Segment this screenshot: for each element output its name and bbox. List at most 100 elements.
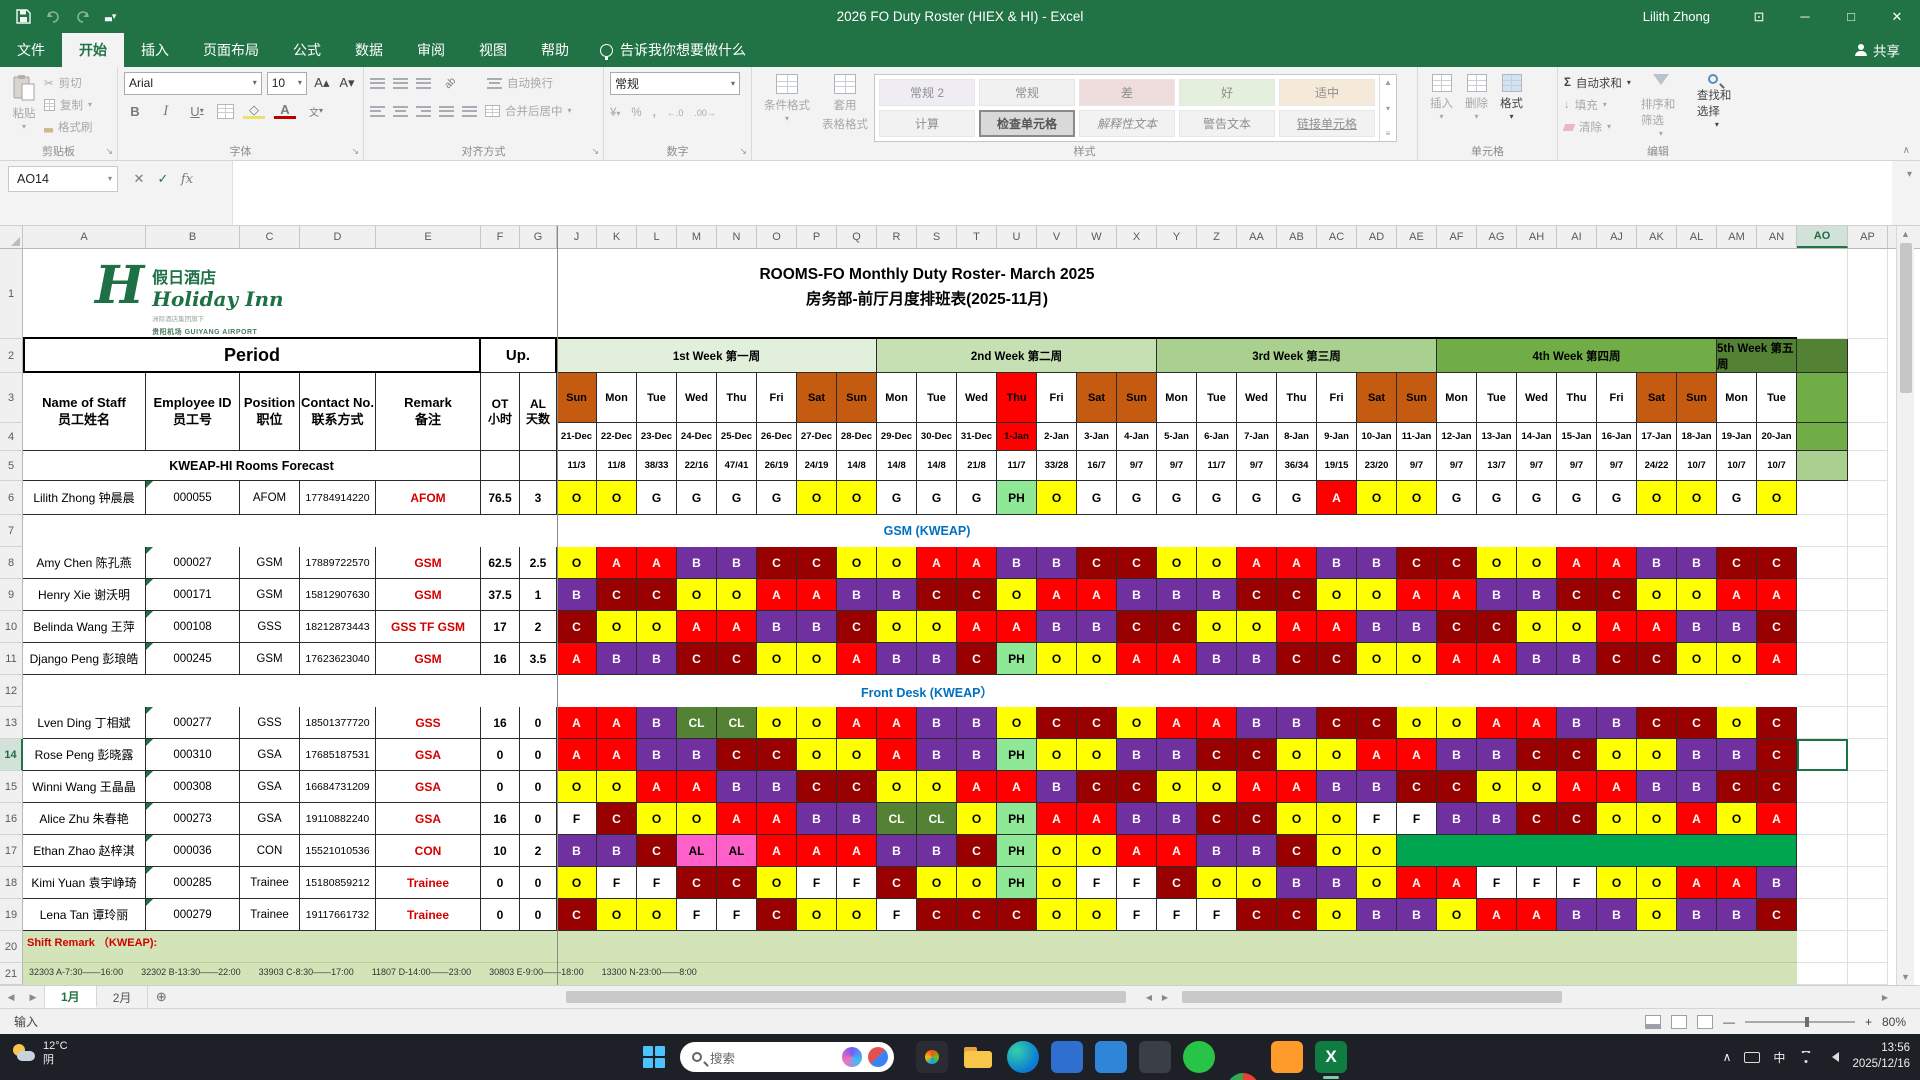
- italic-button[interactable]: I: [155, 100, 177, 122]
- taskbar-edge-icon[interactable]: [1007, 1041, 1039, 1073]
- cell[interactable]: A: [1517, 899, 1557, 931]
- cell[interactable]: O: [1197, 547, 1237, 579]
- cell[interactable]: O: [1357, 835, 1397, 867]
- cell[interactable]: 3: [520, 481, 557, 515]
- cell[interactable]: 9/7: [1157, 451, 1197, 481]
- cell[interactable]: [1848, 931, 1888, 963]
- cell[interactable]: Fri: [757, 373, 797, 423]
- cell[interactable]: Lena Tan 谭玲丽: [23, 899, 146, 931]
- cell[interactable]: B: [1437, 739, 1477, 771]
- cell[interactable]: C: [877, 867, 917, 899]
- cell[interactable]: F: [1117, 867, 1157, 899]
- cell[interactable]: A: [1557, 547, 1597, 579]
- cell[interactable]: A: [1757, 643, 1797, 675]
- cell[interactable]: Fri: [1597, 373, 1637, 423]
- cell[interactable]: A: [1437, 867, 1477, 899]
- tray-network-icon[interactable]: [1798, 1051, 1814, 1063]
- cell[interactable]: B: [757, 611, 797, 643]
- col-header-M[interactable]: M: [677, 226, 717, 248]
- col-header-AL[interactable]: AL: [1677, 226, 1717, 248]
- cell[interactable]: O: [1397, 707, 1437, 739]
- cell[interactable]: PH: [997, 739, 1037, 771]
- cell[interactable]: Mon: [1157, 373, 1197, 423]
- cell[interactable]: O: [1157, 547, 1197, 579]
- font-size-combobox[interactable]: 10 ▾: [266, 71, 307, 95]
- cell[interactable]: C: [1757, 899, 1797, 931]
- taskbar-chrome-icon[interactable]: [1227, 1073, 1259, 1080]
- cell[interactable]: 14-Jan: [1517, 423, 1557, 451]
- cell[interactable]: B: [1677, 611, 1717, 643]
- cell[interactable]: Kimi Yuan 袁宇峥琦: [23, 867, 146, 899]
- undo-icon[interactable]: [45, 10, 61, 23]
- col-header-W[interactable]: W: [1077, 226, 1117, 248]
- accounting-format-icon[interactable]: ¥▾: [610, 107, 620, 119]
- cell[interactable]: Django Peng 彭琅皓: [23, 643, 146, 675]
- cell[interactable]: B: [877, 835, 917, 867]
- cell[interactable]: A: [1677, 867, 1717, 899]
- cell[interactable]: C: [1077, 707, 1117, 739]
- conditional-formatting-button[interactable]: 条件格式 ▾: [758, 72, 816, 142]
- cell[interactable]: A: [957, 771, 997, 803]
- col-header-Y[interactable]: Y: [1157, 226, 1197, 248]
- clear-button[interactable]: 清除 ▾: [1562, 116, 1631, 138]
- cell[interactable]: 11/7: [1197, 451, 1237, 481]
- cell[interactable]: C: [1157, 867, 1197, 899]
- weather-widget[interactable]: 12°C 阴: [12, 1039, 68, 1068]
- cell[interactable]: A: [997, 611, 1037, 643]
- cell[interactable]: Tue: [917, 373, 957, 423]
- cell[interactable]: A: [597, 739, 637, 771]
- cell[interactable]: O: [1517, 771, 1557, 803]
- cell[interactable]: O: [1317, 835, 1357, 867]
- cell[interactable]: [1797, 339, 1848, 373]
- cell[interactable]: Thu: [717, 373, 757, 423]
- cell[interactable]: GSA: [376, 803, 481, 835]
- cell[interactable]: O: [1077, 643, 1117, 675]
- cell[interactable]: B: [1757, 867, 1797, 899]
- cell[interactable]: A: [1757, 803, 1797, 835]
- normal-view-icon[interactable]: [1644, 1014, 1661, 1029]
- cell[interactable]: C: [1637, 643, 1677, 675]
- col-header-B[interactable]: B: [146, 226, 240, 248]
- cell[interactable]: 4th Week 第四周: [1437, 339, 1717, 373]
- cell[interactable]: GSA: [376, 739, 481, 771]
- tray-language-indicator[interactable]: 中: [1773, 1049, 1785, 1066]
- row-header-3[interactable]: 3: [0, 373, 23, 423]
- cell[interactable]: 19-Jan: [1717, 423, 1757, 451]
- cell[interactable]: [1797, 249, 1848, 339]
- cell[interactable]: PH: [997, 803, 1037, 835]
- cell[interactable]: G: [677, 481, 717, 515]
- cell[interactable]: 0: [520, 739, 557, 771]
- cell[interactable]: 17: [481, 611, 520, 643]
- cell[interactable]: B: [837, 803, 877, 835]
- cell[interactable]: 26-Dec: [757, 423, 797, 451]
- cell[interactable]: [1848, 739, 1888, 771]
- cell[interactable]: C: [1757, 547, 1797, 579]
- cell[interactable]: 2: [520, 835, 557, 867]
- row-header-13[interactable]: 13: [0, 707, 23, 739]
- cell[interactable]: A: [837, 835, 877, 867]
- cell[interactable]: C: [1717, 771, 1757, 803]
- cell[interactable]: A: [677, 771, 717, 803]
- cell[interactable]: Lven Ding 丁相斌: [23, 707, 146, 739]
- cell[interactable]: 13-Jan: [1477, 423, 1517, 451]
- cell[interactable]: G: [957, 481, 997, 515]
- cell[interactable]: A: [1317, 611, 1357, 643]
- cell[interactable]: B: [997, 547, 1037, 579]
- cell[interactable]: 16: [481, 707, 520, 739]
- col-header-AE[interactable]: AE: [1397, 226, 1437, 248]
- cell[interactable]: CON: [240, 835, 300, 867]
- cell[interactable]: AL: [717, 835, 757, 867]
- cell[interactable]: 24/19: [797, 451, 837, 481]
- cell[interactable]: 17623623040: [300, 643, 376, 675]
- cell[interactable]: O: [1037, 481, 1077, 515]
- cell[interactable]: A: [677, 611, 717, 643]
- cell[interactable]: C: [1637, 707, 1677, 739]
- col-header-AC[interactable]: AC: [1317, 226, 1357, 248]
- row-header-8[interactable]: 8: [0, 547, 23, 579]
- cell[interactable]: C: [1757, 707, 1797, 739]
- cell[interactable]: 24-Dec: [677, 423, 717, 451]
- align-right-icon[interactable]: [416, 105, 431, 117]
- borders-icon[interactable]: [217, 103, 234, 119]
- cell[interactable]: 0: [520, 899, 557, 931]
- autosum-button[interactable]: Σ 自动求和 ▾: [1564, 72, 1631, 94]
